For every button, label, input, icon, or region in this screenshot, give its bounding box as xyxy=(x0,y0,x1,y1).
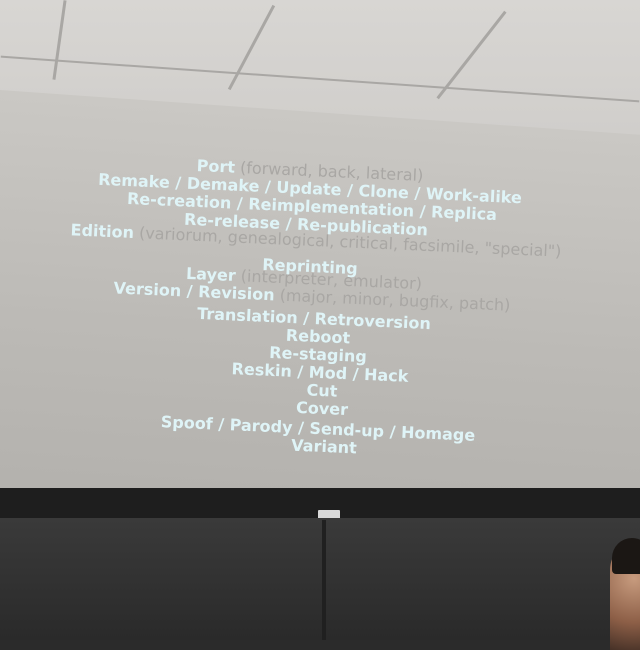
wall xyxy=(0,518,640,640)
ceiling-tile-line xyxy=(0,55,640,103)
slide-term: Edition xyxy=(70,220,135,243)
slide-term: Cover xyxy=(295,397,349,420)
wall-seam xyxy=(322,520,326,640)
slide-term: Variant xyxy=(290,435,358,458)
ceiling-tile-line xyxy=(52,0,67,80)
ceiling-tile-line xyxy=(227,4,276,91)
